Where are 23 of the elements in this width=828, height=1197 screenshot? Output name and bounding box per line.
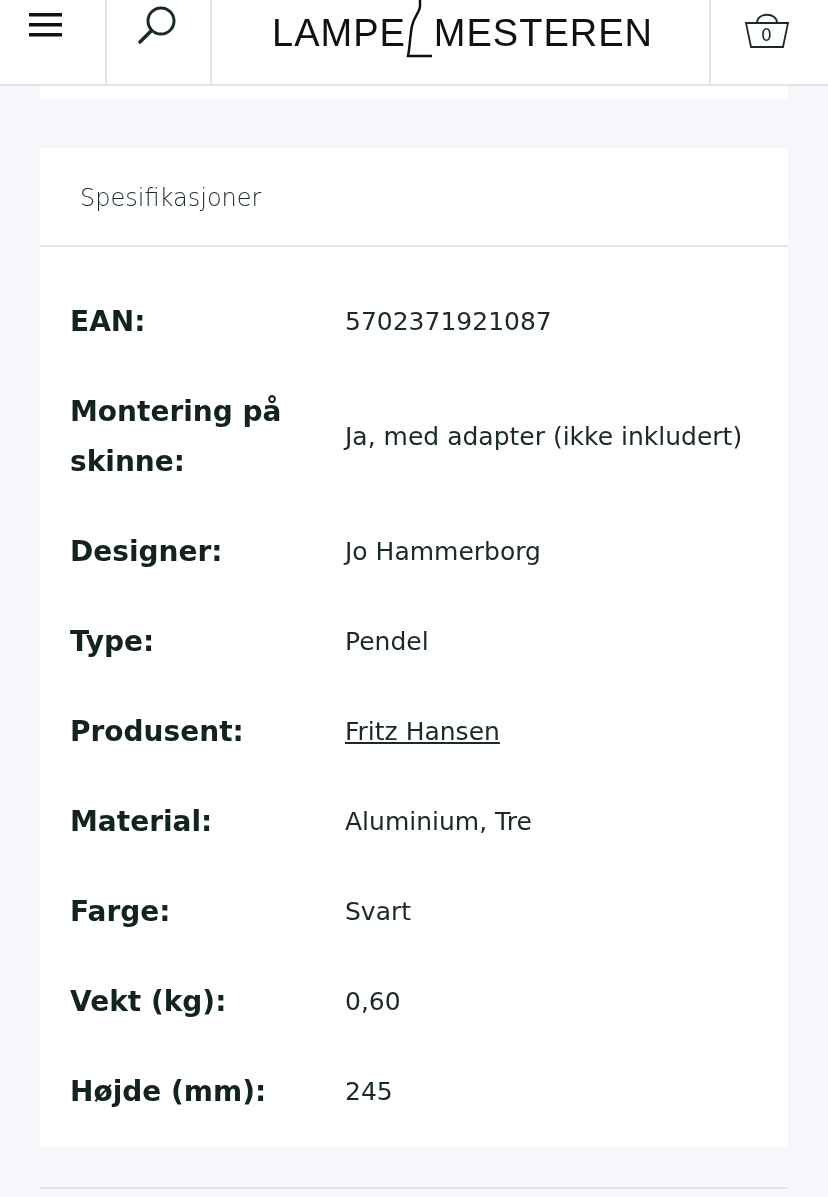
spec-label: Material: (70, 804, 214, 840)
spec-value: 245 (345, 1076, 393, 1108)
spec-label: EAN: (70, 304, 147, 340)
spec-label: Produsent: (70, 714, 245, 750)
spec-value: Jo Hammerborg (345, 536, 541, 568)
spec-value: Pendel (345, 626, 429, 658)
spec-label: Montering på skinne: (70, 394, 283, 480)
logo[interactable]: LAMPE MESTEREN (272, 0, 653, 58)
spec-label: Højde (mm): (70, 1074, 268, 1110)
spec-value: Aluminium, Tre (345, 806, 532, 838)
spec-value: Ja, med adapter (ikke inkludert) (345, 421, 743, 453)
menu-icon[interactable] (28, 13, 62, 37)
cart-count: 0 (760, 25, 773, 45)
spec-label: Farge: (70, 894, 172, 930)
spec-label: Designer: (70, 534, 224, 570)
spec-value: Svart (345, 896, 412, 928)
search-icon[interactable] (137, 5, 178, 45)
spec-label: Type: (70, 624, 156, 660)
spec-value: 5702371921087 (345, 306, 552, 338)
section-title: Spesifikasjoner (80, 183, 262, 212)
spec-value: 0,60 (345, 986, 401, 1018)
spec-label: Vekt (kg): (70, 984, 228, 1020)
manufacturer-link[interactable]: Fritz Hansen (345, 714, 500, 750)
